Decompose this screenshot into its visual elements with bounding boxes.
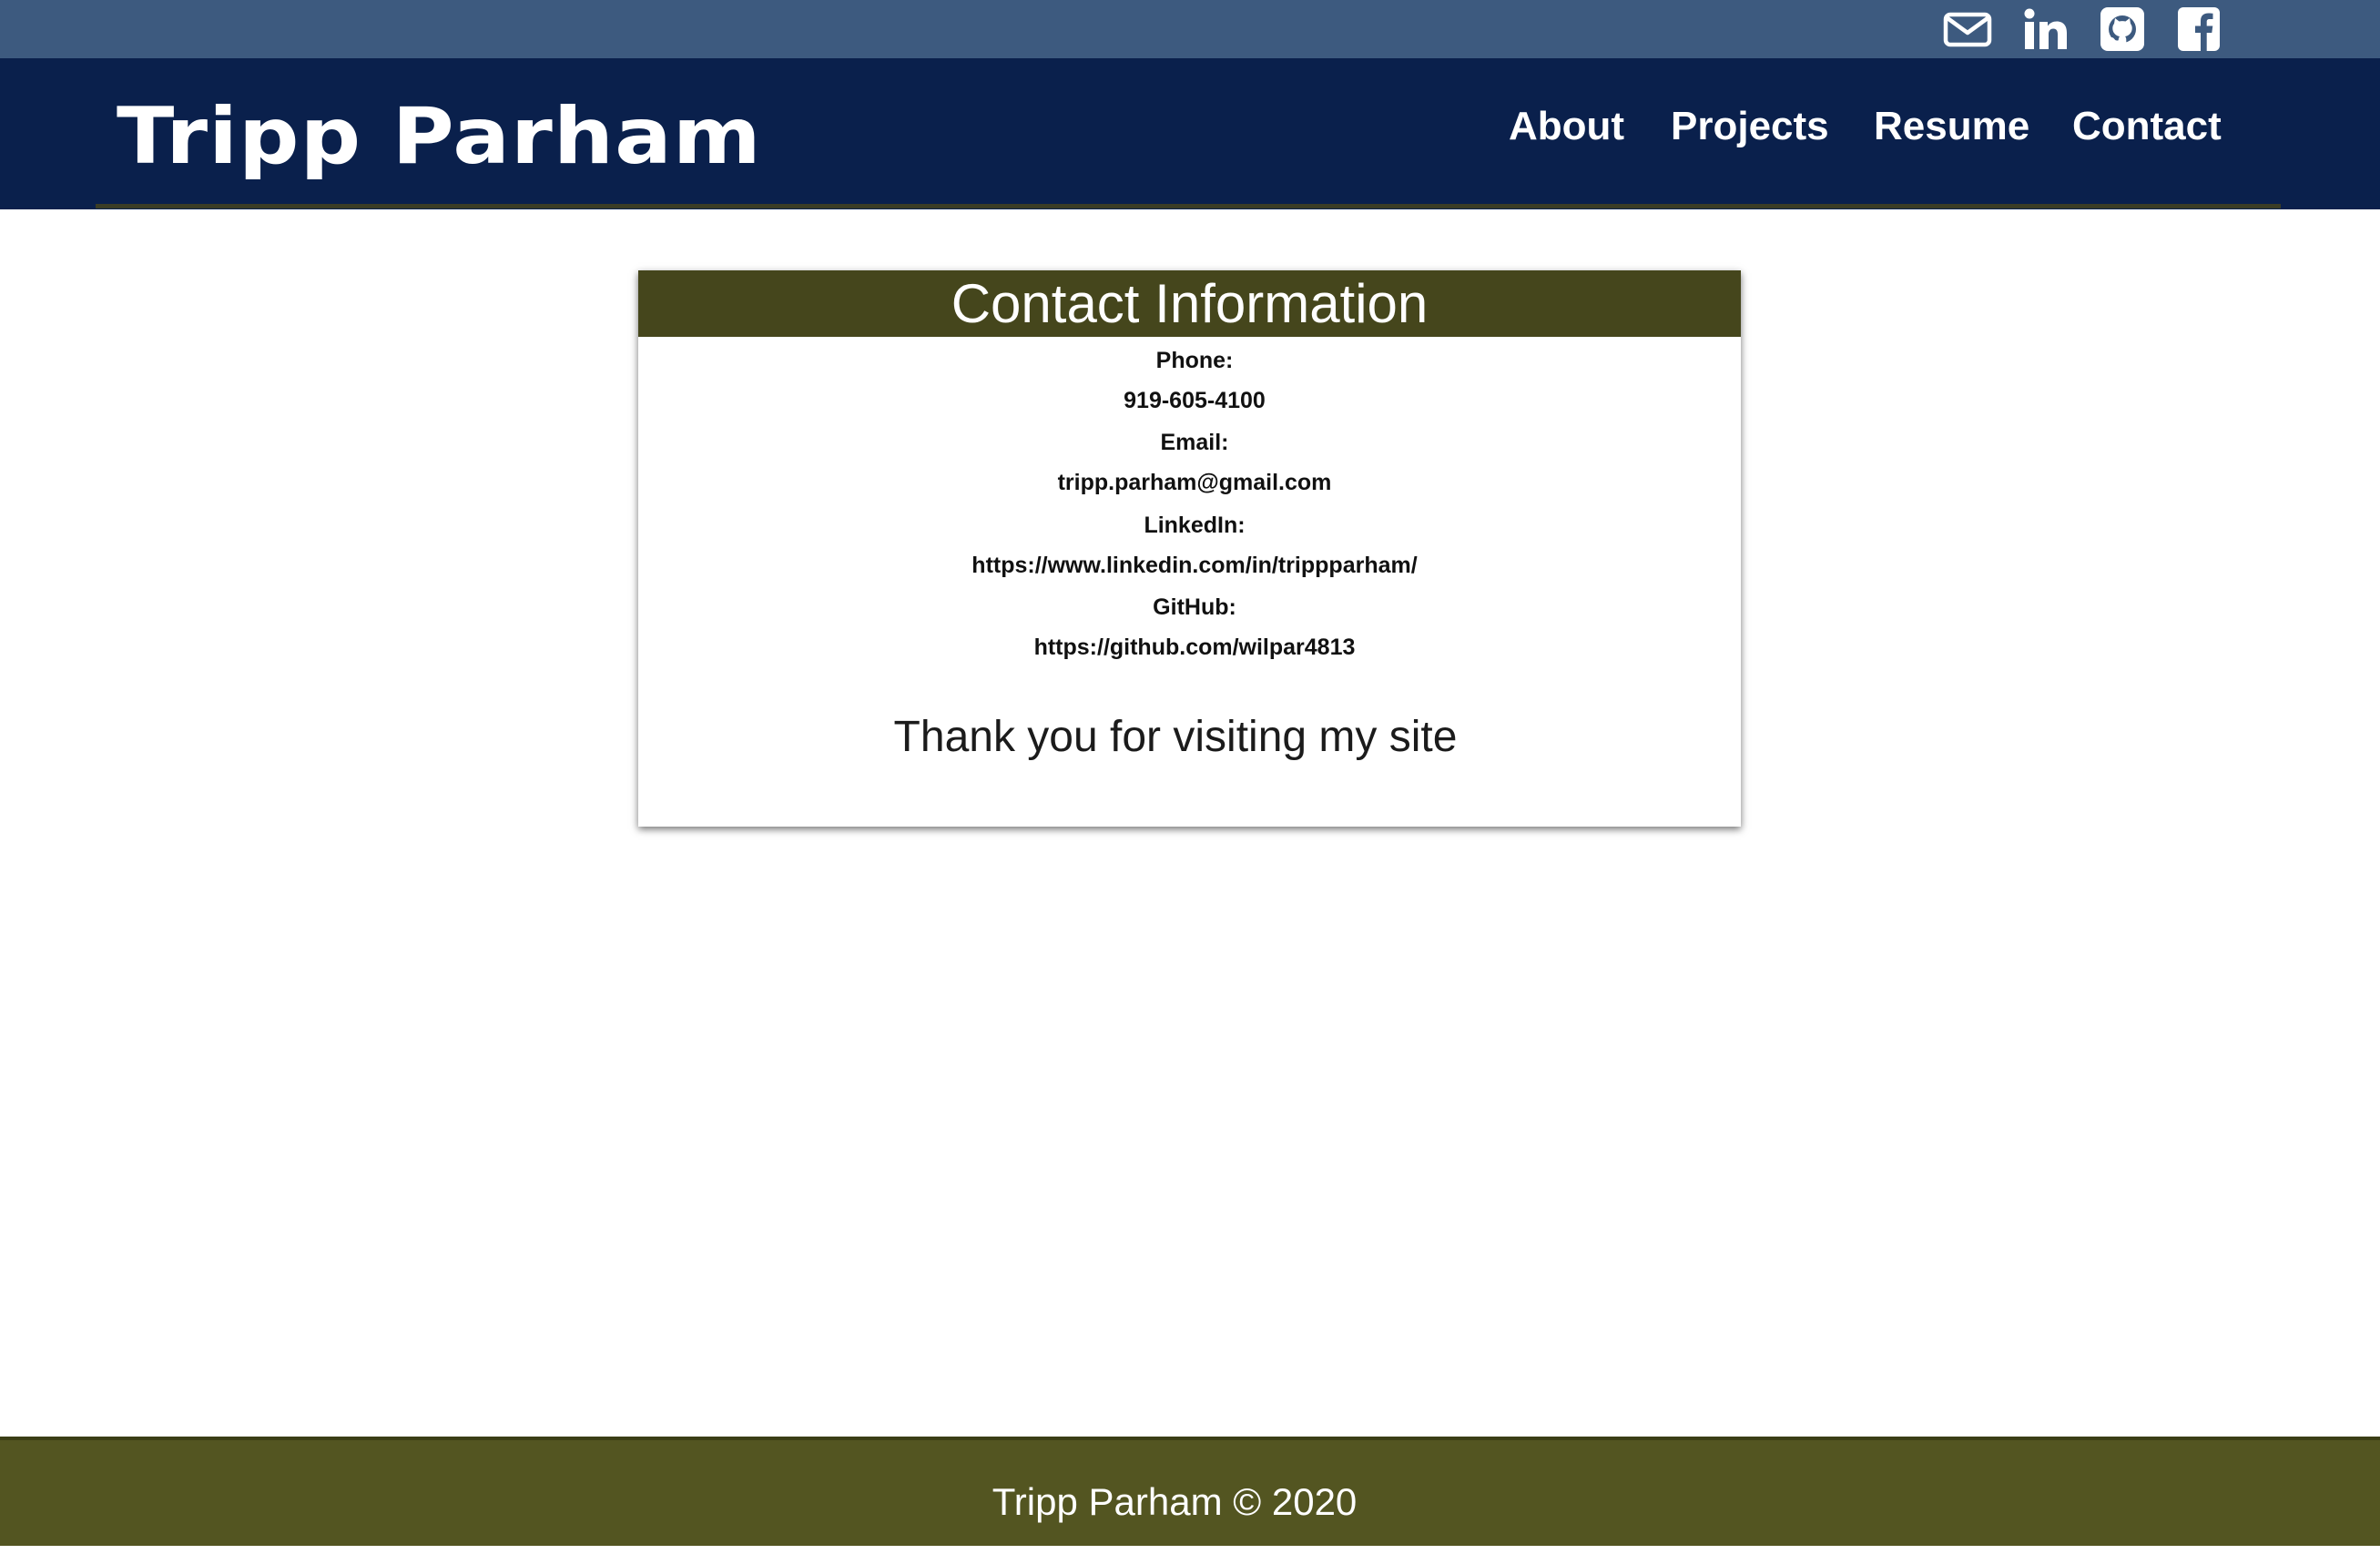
linkedin-label: LinkedIn:: [1144, 513, 1246, 538]
phone-value[interactable]: 919-605-4100: [638, 385, 1751, 416]
github-value[interactable]: https://github.com/wilpar4813: [638, 632, 1751, 663]
phone-label: Phone:: [1155, 348, 1234, 373]
email-label: Email:: [1160, 430, 1229, 455]
nav-divider: [96, 204, 2281, 208]
nav-contact[interactable]: Contact: [2072, 102, 2222, 151]
email-link[interactable]: [1943, 6, 1992, 52]
card-title: Contact Information: [951, 273, 1429, 334]
social-bar: [0, 0, 2380, 58]
site-footer: Tripp Parham © 2020: [0, 1437, 2380, 1546]
contact-card: Contact Information Phone: 919-605-4100 …: [638, 270, 1741, 827]
facebook-link[interactable]: [2174, 6, 2223, 52]
linkedin-value[interactable]: https://www.linkedin.com/in/trippparham/: [638, 550, 1751, 581]
nav-about[interactable]: About: [1509, 102, 1624, 151]
nav-resume[interactable]: Resume: [1874, 102, 2029, 151]
email-value[interactable]: tripp.parham@gmail.com: [638, 467, 1751, 498]
main-navbar: Tripp Parham About Projects Resume Conta…: [0, 58, 2380, 209]
github-label: GitHub:: [1153, 594, 1236, 620]
nav-projects[interactable]: Projects: [1671, 102, 1829, 151]
github-link[interactable]: [2098, 6, 2147, 52]
github-icon: [2100, 7, 2144, 51]
card-header: Contact Information: [638, 270, 1741, 337]
site-brand[interactable]: Tripp Parham: [117, 91, 762, 182]
linkedin-link[interactable]: [2021, 6, 2070, 52]
linkedin-icon: [2024, 8, 2067, 49]
facebook-icon: [2178, 7, 2220, 51]
envelope-icon: [1943, 12, 1992, 47]
thank-you-message: Thank you for visiting my site: [893, 713, 1458, 761]
